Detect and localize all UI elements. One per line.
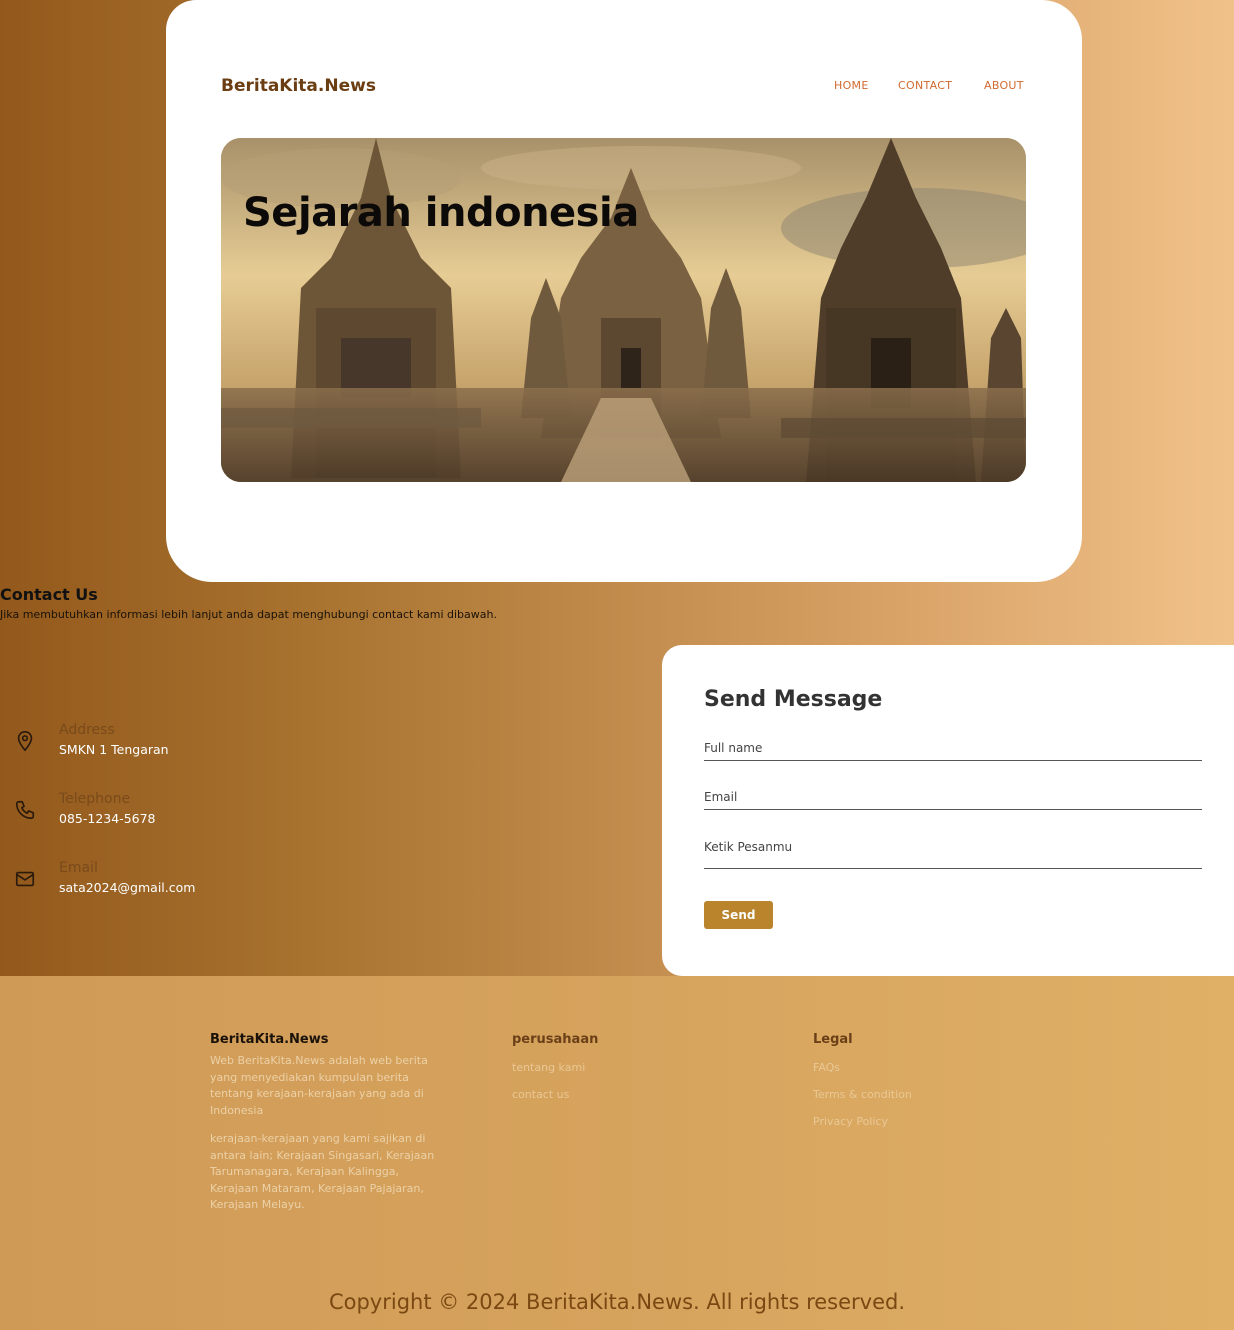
- footer-about: BeritaKita.News Web BeritaKita.News adal…: [210, 1032, 435, 1214]
- message-form: Send Message Full name Email Ketik Pesan…: [662, 645, 1234, 976]
- nav-home[interactable]: HOME: [834, 79, 869, 92]
- nav-about[interactable]: ABOUT: [984, 79, 1024, 92]
- footer-link-contact[interactable]: contact us: [512, 1088, 598, 1101]
- fullname-placeholder: Full name: [704, 741, 763, 755]
- hero-card: BeritaKita.News HOME CONTACT ABOUT Sejar…: [166, 0, 1082, 582]
- email-placeholder: Email: [704, 790, 738, 804]
- footer-link-privacy[interactable]: Privacy Policy: [813, 1115, 912, 1128]
- email-value: sata2024@gmail.com: [59, 880, 196, 895]
- footer: BeritaKita.News Web BeritaKita.News adal…: [0, 976, 1234, 1330]
- contact-heading: Contact Us: [0, 585, 98, 604]
- address-value: SMKN 1 Tengaran: [59, 742, 169, 757]
- telephone-value: 085-1234-5678: [59, 811, 156, 826]
- contact-description: Jika membutuhkan informasi lebih lanjut …: [0, 608, 497, 621]
- footer-link-terms[interactable]: Terms & condition: [813, 1088, 912, 1101]
- message-placeholder: Ketik Pesanmu: [704, 840, 793, 854]
- footer-company: perusahaan tentang kami contact us: [512, 1032, 598, 1115]
- telephone-label: Telephone: [59, 791, 131, 807]
- address-label: Address: [59, 722, 115, 738]
- footer-legal-title: Legal: [813, 1032, 853, 1047]
- copyright: Copyright © 2024 BeritaKita.News. All ri…: [328, 1290, 906, 1314]
- mail-icon: [15, 871, 35, 887]
- site-logo[interactable]: BeritaKita.News: [221, 76, 376, 96]
- fullname-field[interactable]: Full name: [704, 741, 1202, 761]
- footer-company-title: perusahaan: [512, 1032, 599, 1047]
- hero-image: Sejarah indonesia: [221, 138, 1026, 482]
- address-info: Address SMKN 1 Tengaran: [14, 722, 314, 766]
- footer-kingdoms-text: kerajaan-kerajaan yang kami sajikan di a…: [210, 1132, 435, 1211]
- send-button[interactable]: Send: [704, 901, 773, 929]
- footer-about-text: Web BeritaKita.News adalah web berita ya…: [210, 1054, 428, 1117]
- footer-link-about[interactable]: tentang kami: [512, 1061, 598, 1074]
- email-info: Email sata2024@gmail.com: [14, 860, 314, 904]
- form-title: Send Message: [704, 687, 883, 712]
- footer-brand: BeritaKita.News: [210, 1032, 329, 1047]
- hero-title: Sejarah indonesia: [243, 190, 639, 236]
- email-field[interactable]: Email: [704, 790, 1202, 810]
- nav-contact[interactable]: CONTACT: [898, 79, 952, 92]
- footer-legal: Legal FAQs Terms & condition Privacy Pol…: [813, 1032, 912, 1142]
- message-field[interactable]: Ketik Pesanmu: [704, 840, 1202, 869]
- map-pin-icon: [17, 731, 33, 752]
- telephone-info: Telephone 085-1234-5678: [14, 791, 314, 835]
- footer-link-faqs[interactable]: FAQs: [813, 1061, 912, 1074]
- phone-icon: [15, 800, 35, 820]
- email-label: Email: [59, 860, 98, 876]
